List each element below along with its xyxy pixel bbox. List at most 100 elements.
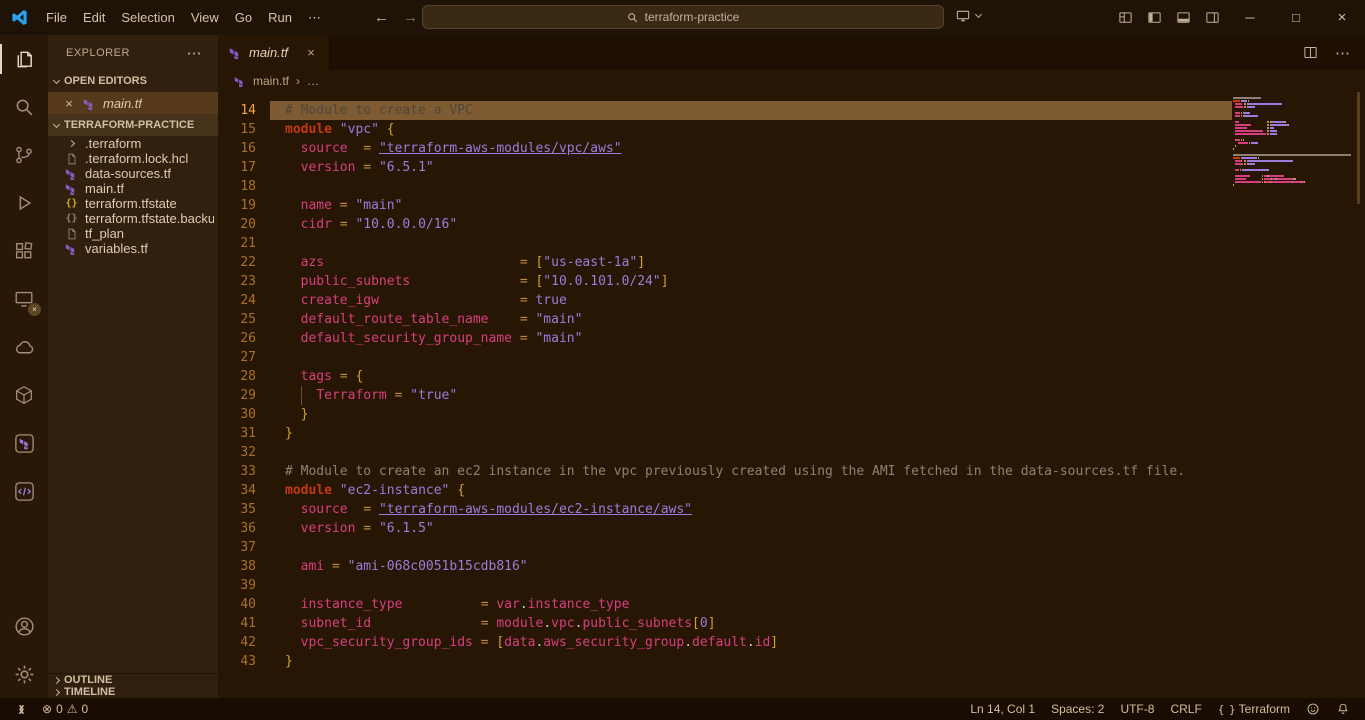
line-number[interactable]: 34	[218, 481, 270, 500]
code-line-41[interactable]: 41 subnet_id = module.vpc.public_subnets…	[218, 614, 1232, 633]
code-line-28[interactable]: 28 tags = {	[218, 367, 1232, 386]
toggle-secondary-sidebar-icon[interactable]	[1198, 4, 1227, 32]
toggle-primary-sidebar-icon[interactable]	[1140, 4, 1169, 32]
line-number[interactable]: 30	[218, 405, 270, 424]
line-number[interactable]: 15	[218, 120, 270, 139]
settings-gear-icon[interactable]	[0, 650, 48, 698]
code-line-32[interactable]: 32	[218, 443, 1232, 462]
menu-item-selection[interactable]: Selection	[114, 7, 181, 28]
run-debug-icon[interactable]	[0, 179, 48, 227]
breadcrumb-file[interactable]: main.tf	[253, 74, 289, 88]
minimap[interactable]	[1233, 97, 1351, 187]
remote-window-button[interactable]	[955, 8, 981, 24]
code-line-18[interactable]: 18	[218, 177, 1232, 196]
tab-main-tf[interactable]: main.tf ×	[218, 35, 330, 70]
remote-explorer-icon[interactable]: ×	[0, 275, 48, 323]
code-line-39[interactable]: 39	[218, 576, 1232, 595]
code-line-23[interactable]: 23 public_subnets = ["10.0.101.0/24"]	[218, 272, 1232, 291]
code-editor[interactable]: 14# Module to create a VPC15module "vpc"…	[218, 92, 1365, 698]
menu-item-view[interactable]: View	[184, 7, 226, 28]
code-line-29[interactable]: 29 Terraform = "true"	[218, 386, 1232, 405]
command-center-search[interactable]: terraform-practice	[422, 5, 944, 29]
menu-item-run[interactable]: Run	[261, 7, 299, 28]
line-number[interactable]: 39	[218, 576, 270, 595]
line-number[interactable]: 24	[218, 291, 270, 310]
folder-item-.terraform[interactable]: .terraform	[48, 136, 218, 151]
code-line-22[interactable]: 22 azs = ["us-east-1a"]	[218, 253, 1232, 272]
file-item-terraform.tfstate.backup[interactable]: {}terraform.tfstate.backup	[48, 211, 218, 226]
file-item-terraform.tfstate[interactable]: {}terraform.tfstate	[48, 196, 218, 211]
line-number[interactable]: 41	[218, 614, 270, 633]
hcl-extension-icon[interactable]	[0, 467, 48, 515]
line-number[interactable]: 40	[218, 595, 270, 614]
code-line-43[interactable]: 43}	[218, 652, 1232, 671]
line-number[interactable]: 16	[218, 139, 270, 158]
code-line-26[interactable]: 26 default_security_group_name = "main"	[218, 329, 1232, 348]
remote-indicator[interactable]	[10, 703, 33, 716]
code-line-34[interactable]: 34module "ec2-instance" {	[218, 481, 1232, 500]
terraform-extension-icon[interactable]	[0, 419, 48, 467]
code-line-38[interactable]: 38 ami = "ami-068c0051b15cdb816"	[218, 557, 1232, 576]
line-number[interactable]: 35	[218, 500, 270, 519]
line-number[interactable]: 42	[218, 633, 270, 652]
code-line-16[interactable]: 16 source = "terraform-aws-modules/vpc/a…	[218, 139, 1232, 158]
toggle-panel-icon[interactable]	[1169, 4, 1198, 32]
split-editor-icon[interactable]	[1303, 45, 1318, 60]
line-number[interactable]: 31	[218, 424, 270, 443]
open-editors-section[interactable]: OPEN EDITORS	[48, 70, 218, 92]
feedback-icon[interactable]	[1301, 702, 1325, 716]
code-line-17[interactable]: 17 version = "6.5.1"	[218, 158, 1232, 177]
line-number[interactable]: 22	[218, 253, 270, 272]
breadcrumb-more[interactable]: …	[307, 74, 319, 88]
encoding[interactable]: UTF-8	[1115, 702, 1159, 716]
eol-sequence[interactable]: CRLF	[1165, 702, 1206, 716]
file-item-variables.tf[interactable]: variables.tf	[48, 241, 218, 256]
workspace-section-header[interactable]: TERRAFORM-PRACTICE	[48, 114, 218, 136]
minimize-button[interactable]: ─	[1227, 0, 1273, 35]
line-number[interactable]: 18	[218, 177, 270, 196]
scrollbar-thumb[interactable]	[1357, 92, 1360, 204]
code-line-31[interactable]: 31}	[218, 424, 1232, 443]
breadcrumb[interactable]: main.tf › …	[218, 70, 1365, 92]
menu-item-edit[interactable]: Edit	[76, 7, 112, 28]
close-button[interactable]: ×	[1319, 0, 1365, 35]
code-line-20[interactable]: 20 cidr = "10.0.0.0/16"	[218, 215, 1232, 234]
back-button[interactable]: ←	[374, 9, 389, 26]
code-line-42[interactable]: 42 vpc_security_group_ids = [data.aws_se…	[218, 633, 1232, 652]
cursor-position[interactable]: Ln 14, Col 1	[965, 702, 1040, 716]
problems-indicator[interactable]: ⊗ 0 ⚠ 0	[37, 702, 93, 716]
line-number[interactable]: 25	[218, 310, 270, 329]
line-number[interactable]: 20	[218, 215, 270, 234]
notifications-bell-icon[interactable]	[1331, 702, 1355, 716]
line-number[interactable]: 23	[218, 272, 270, 291]
code-lines[interactable]: 14# Module to create a VPC15module "vpc"…	[218, 92, 1232, 671]
code-line-27[interactable]: 27	[218, 348, 1232, 367]
indentation[interactable]: Spaces: 2	[1046, 702, 1109, 716]
close-icon[interactable]: ×	[62, 96, 76, 111]
open-editor-main-tf[interactable]: × main.tf	[48, 92, 218, 114]
customize-layout-icon[interactable]	[1111, 4, 1140, 32]
code-line-25[interactable]: 25 default_route_table_name = "main"	[218, 310, 1232, 329]
line-number[interactable]: 38	[218, 557, 270, 576]
forward-button[interactable]: →	[403, 9, 418, 26]
outline-section[interactable]: OUTLINE	[48, 674, 218, 686]
sidebar-more-actions[interactable]: ⋯	[187, 44, 203, 62]
line-number[interactable]: 37	[218, 538, 270, 557]
tab-close-icon[interactable]: ×	[304, 45, 318, 60]
code-line-33[interactable]: 33# Module to create an ec2 instance in …	[218, 462, 1232, 481]
containers-icon[interactable]	[0, 371, 48, 419]
line-number[interactable]: 28	[218, 367, 270, 386]
timeline-section[interactable]: TIMELINE	[48, 686, 218, 698]
account-icon[interactable]	[0, 602, 48, 650]
source-control-icon[interactable]	[0, 131, 48, 179]
extensions-icon[interactable]	[0, 227, 48, 275]
line-number[interactable]: 14	[218, 101, 270, 120]
explorer-icon[interactable]	[0, 35, 48, 83]
code-line-24[interactable]: 24 create_igw = true	[218, 291, 1232, 310]
line-number[interactable]: 26	[218, 329, 270, 348]
line-number[interactable]: 36	[218, 519, 270, 538]
line-number[interactable]: 33	[218, 462, 270, 481]
code-line-40[interactable]: 40 instance_type = var.instance_type	[218, 595, 1232, 614]
aws-cloud-icon[interactable]	[0, 323, 48, 371]
line-number[interactable]: 27	[218, 348, 270, 367]
